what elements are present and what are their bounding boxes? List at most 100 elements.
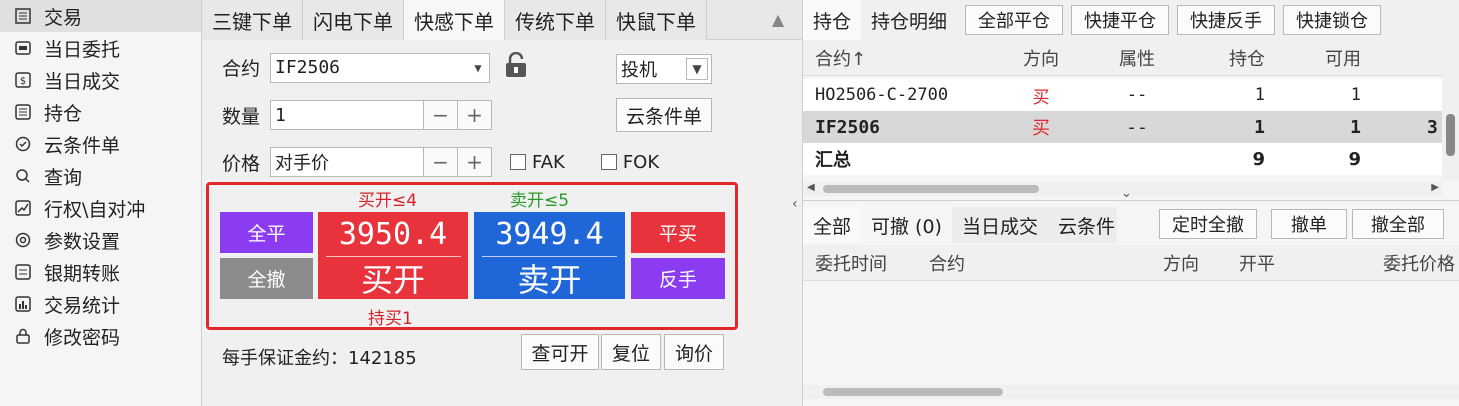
cell-holding: 1 [1254,116,1265,138]
cell-direction: 买 [1032,118,1050,139]
price-minus-button[interactable]: − [424,147,458,177]
col-open-close[interactable]: 开平 [1213,245,1309,280]
vertical-scrollbar[interactable] [1442,40,1459,180]
cancel-all-orders-button[interactable]: 撤全部 [1352,209,1444,239]
close-all-positions-button[interactable]: 全部平仓 [965,5,1064,35]
svg-text:$: $ [20,76,26,87]
cancel-order-button[interactable]: 撤单 [1271,209,1347,239]
horizontal-scrollbar[interactable] [803,385,1459,399]
table-row-selected[interactable]: IF2506 买 -- 1 1 3 [803,111,1443,143]
table-row[interactable]: HO2506-C-2700 买 -- 1 1 [803,79,1443,111]
sidebar-item-settings[interactable]: 参数设置 [0,224,201,256]
tab-quick-mouse-order[interactable]: 快鼠下单 [606,0,707,40]
tab-traditional-order[interactable]: 传统下单 [505,0,606,40]
cancel-all-button[interactable]: 全撤 [220,258,313,299]
col-order-time[interactable]: 委托时间 [803,245,917,280]
cell-holding: 1 [1254,85,1265,105]
hold-buy-hint: 持买1 [368,309,413,329]
sidebar-item-position[interactable]: 持仓 [0,96,201,128]
col-order-price[interactable]: 委托价格 [1309,245,1459,280]
cell-contract: HO2506-C-2700 [815,85,949,105]
quote-request-button[interactable]: 询价 [664,334,724,370]
chevron-down-icon: ▼ [474,60,482,75]
sidebar-item-label: 当日委托 [44,38,121,61]
price-plus-button[interactable]: + [458,147,492,177]
sidebar-item-today-orders[interactable]: 当日委托 [0,32,201,64]
gear-icon [12,232,34,248]
timed-cancel-all-button[interactable]: 定时全撤 [1159,209,1257,239]
tab-three-key-order[interactable]: 三键下单 [202,0,303,40]
buy-open-hint: 买开≤4 [358,191,418,211]
reverse-button[interactable]: 反手 [631,258,725,299]
reset-button[interactable]: 复位 [601,334,661,370]
quick-reverse-button[interactable]: 快捷反手 [1177,5,1276,35]
cell-direction: 买 [1032,87,1050,108]
hedge-row: 投机 ▼ [616,54,712,84]
orders-table-header: 委托时间 合约 方向 开平 委托价格 [803,245,1459,281]
tab-all-orders[interactable]: 全部 [803,207,862,243]
price-input[interactable]: 对手价 [270,147,424,177]
quantity-input[interactable]: 1 [270,100,424,130]
collapse-up-icon[interactable]: ▲ [766,10,790,30]
scroll-left-icon[interactable]: ◀ [807,182,815,193]
fok-checkbox[interactable]: FOK [600,152,659,173]
checkbox-box [600,154,617,170]
col-contract[interactable]: 合约↑ [803,40,993,75]
tab-cloud-conditional[interactable]: 云条件 [1048,207,1118,243]
cell-available: 1 [1350,85,1361,105]
sidebar-item-query[interactable]: 查询 [0,160,201,192]
sidebar-item-change-password[interactable]: 修改密码 [0,320,201,352]
col-attribute[interactable]: 属性 [1089,40,1185,75]
sell-open-button[interactable]: 3949.4 卖开 [474,212,625,299]
hedge-value: 投机 [621,60,657,81]
position-icon [12,104,34,120]
col-direction[interactable]: 方向 [1117,245,1213,280]
stats-icon [12,296,34,312]
contract-value: IF2506 [275,57,341,78]
col-direction[interactable]: 方向 [993,40,1089,75]
sell-open-hint: 卖开≤5 [510,191,570,211]
orders-panel: 全部 可撤 (0) 当日成交 云条件 定时全撤 撤单 撤全部 委托时间 合约 方… [802,200,1459,406]
quantity-minus-button[interactable]: − [424,100,458,130]
quantity-plus-button[interactable]: + [458,100,492,130]
contract-label: 合约 [222,58,261,80]
quick-lock-button[interactable]: 快捷锁仓 [1283,5,1382,35]
check-circle-icon [12,136,34,152]
sidebar-item-label: 云条件单 [44,134,121,157]
sidebar-item-label: 参数设置 [44,230,121,253]
sidebar-item-exercise-hedge[interactable]: 行权\自对冲 [0,192,201,224]
buy-open-button[interactable]: 3950.4 买开 [318,212,468,299]
contract-select[interactable]: IF2506 ▼ [270,52,490,83]
chevron-left-icon[interactable]: ‹ [792,196,802,212]
quick-close-button[interactable]: 快捷平仓 [1071,5,1170,35]
sell-open-label: 卖开 [517,261,582,299]
scroll-right-icon[interactable]: ▶ [1431,182,1439,193]
sidebar-item-trade-stats[interactable]: 交易统计 [0,288,201,320]
close-all-button[interactable]: 全平 [220,212,313,253]
cell-available: 1 [1350,116,1361,138]
unlock-icon[interactable] [504,51,528,83]
tab-position[interactable]: 持仓 [803,0,862,40]
tab-today-deals[interactable]: 当日成交 [951,207,1048,243]
hedge-select[interactable]: 投机 ▼ [616,54,712,84]
sidebar-item-trade[interactable]: 交易 [0,0,201,32]
sidebar-item-bank-transfer[interactable]: 银期转账 [0,256,201,288]
scrollbar-thumb[interactable] [823,185,1039,193]
cloud-conditional-button[interactable]: 云条件单 [616,98,712,132]
sidebar-item-label: 银期转账 [44,262,121,285]
sidebar-item-cloud-conditional[interactable]: 云条件单 [0,128,201,160]
col-contract[interactable]: 合约 [917,245,1117,280]
close-buy-button[interactable]: 平买 [631,212,725,253]
sidebar-item-today-deals[interactable]: $ 当日成交 [0,64,201,96]
fak-checkbox[interactable]: FAK [510,152,565,173]
tab-quick-feel-order[interactable]: 快感下单 [404,0,505,40]
col-holding[interactable]: 持仓 [1185,40,1285,75]
tab-position-detail[interactable]: 持仓明细 [861,0,957,40]
tab-cancellable[interactable]: 可撤 (0) [861,207,952,243]
scrollbar-thumb[interactable] [823,388,1003,396]
scrollbar-thumb[interactable] [1446,114,1455,156]
check-openable-button[interactable]: 查可开 [521,334,599,370]
chevron-down-icon[interactable]: ⌄ [1121,186,1132,201]
tab-flash-order[interactable]: 闪电下单 [303,0,404,40]
col-available[interactable]: 可用 [1285,40,1381,75]
